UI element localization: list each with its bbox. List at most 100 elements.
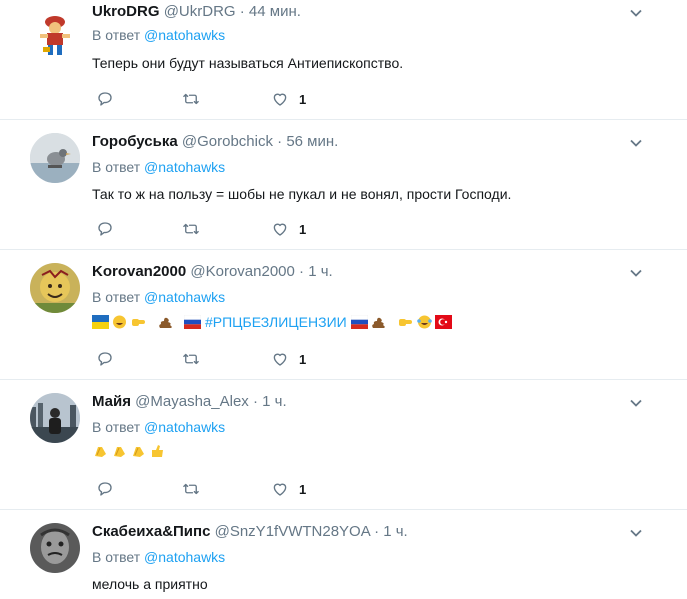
hashtag-link[interactable]: #РПЦБЕЗЛИЦЕНЗИИ xyxy=(205,314,347,330)
poop-emoji-icon xyxy=(371,317,385,328)
tweet-text: мелочь а приятно xyxy=(92,576,208,592)
clapping-hands-emoji-icon xyxy=(114,447,125,457)
pointing-right-emoji-icon xyxy=(132,319,145,326)
mention-link[interactable]: @natohawks xyxy=(144,27,225,43)
avatar[interactable] xyxy=(30,263,80,313)
tweet-header: Горобуська @Gorobchick · 56 мин. xyxy=(92,133,627,151)
author-handle[interactable]: @Korovan2000 xyxy=(190,263,294,280)
reply-context: В ответ @natohawks xyxy=(92,289,225,305)
retweet-button[interactable] xyxy=(182,479,200,499)
chevron-down-icon[interactable] xyxy=(629,6,643,20)
author-name[interactable]: Горобуська xyxy=(92,133,178,150)
reply-context: В ответ @natohawks xyxy=(92,549,225,565)
turkey-flag-icon xyxy=(434,315,452,329)
chevron-down-icon[interactable] xyxy=(629,526,643,540)
avatar[interactable] xyxy=(30,133,80,183)
heart-icon xyxy=(273,223,287,236)
reply-prefix: В ответ xyxy=(92,27,141,43)
reply-button[interactable] xyxy=(96,349,114,369)
retweet-icon xyxy=(183,93,199,105)
author-name[interactable]: Korovan2000 xyxy=(92,263,186,280)
clapping-hands-emoji-icon xyxy=(133,447,144,457)
author-handle[interactable]: @Mayasha_Alex xyxy=(135,393,249,410)
reply-icon xyxy=(98,222,112,236)
rofl-emoji-icon xyxy=(113,315,126,329)
avatar[interactable] xyxy=(30,393,80,443)
tweet[interactable]: Korovan2000 @Korovan2000 · 1 ч. В ответ … xyxy=(0,250,687,380)
separator-dot: · xyxy=(239,3,245,20)
mention-link[interactable]: @natohawks xyxy=(144,419,225,435)
tweet-text: Теперь они будут называться Антиепископс… xyxy=(92,55,404,71)
like-button[interactable]: 1 xyxy=(271,219,306,239)
retweet-button[interactable] xyxy=(182,219,200,239)
tears-of-joy-emoji-icon xyxy=(416,315,432,329)
like-count: 1 xyxy=(299,91,307,107)
russia-flag-icon xyxy=(350,315,368,329)
author-handle[interactable]: @SnzY1fVWTN28YOA xyxy=(215,523,370,540)
tweet-actions: 1 xyxy=(92,479,392,499)
author-handle[interactable]: @UkrDRG xyxy=(164,3,236,20)
chevron-down-icon[interactable] xyxy=(629,136,643,150)
retweet-button[interactable] xyxy=(182,89,200,109)
tweet-actions: 1 xyxy=(92,89,392,109)
like-button[interactable]: 1 xyxy=(271,349,306,369)
tweet-text: Так то ж на пользу = шобы не пукал и не … xyxy=(92,186,512,202)
tweet-header: Майя @Mayasha_Alex · 1 ч. xyxy=(92,393,627,411)
mention-link[interactable]: @natohawks xyxy=(144,159,225,175)
reply-button[interactable] xyxy=(96,479,114,499)
author-name[interactable]: Майя xyxy=(92,393,131,410)
like-count: 1 xyxy=(299,221,307,237)
timestamp[interactable]: 44 мин. xyxy=(249,3,301,20)
retweet-icon xyxy=(183,353,199,365)
avatar[interactable] xyxy=(30,8,80,58)
reply-icon xyxy=(98,482,112,496)
retweet-button[interactable] xyxy=(182,349,200,369)
tweet-feed: UkroDRG @UkrDRG · 44 мин. В ответ @natoh… xyxy=(0,0,687,599)
reply-prefix: В ответ xyxy=(92,549,141,565)
heart-icon xyxy=(273,483,287,496)
author-handle[interactable]: @Gorobchick xyxy=(182,133,273,150)
separator-dot: · xyxy=(374,523,380,540)
reply-prefix: В ответ xyxy=(92,419,141,435)
tweet-actions: 1 xyxy=(92,219,392,239)
reply-prefix: В ответ xyxy=(92,289,141,305)
reply-button[interactable] xyxy=(96,219,114,239)
separator-dot: · xyxy=(299,263,305,280)
like-button[interactable]: 1 xyxy=(271,89,306,109)
reply-button[interactable] xyxy=(96,89,114,109)
reply-icon xyxy=(98,92,112,106)
separator-dot: · xyxy=(252,393,258,410)
chevron-down-icon[interactable] xyxy=(629,266,643,280)
clapping-hands-emoji-icon xyxy=(95,447,106,457)
mention-link[interactable]: @natohawks xyxy=(144,289,225,305)
tweet-header: UkroDRG @UkrDRG · 44 мин. xyxy=(92,3,627,21)
tweet[interactable]: Горобуська @Gorobchick · 56 мин. В ответ… xyxy=(0,120,687,250)
chevron-down-icon[interactable] xyxy=(629,396,643,410)
avatar[interactable] xyxy=(30,523,80,573)
tweet[interactable]: Скабеиха&Пипс @SnzY1fVWTN28YOA · 1 ч. В … xyxy=(0,510,687,599)
pointing-right-emoji-icon xyxy=(398,319,412,326)
like-button[interactable]: 1 xyxy=(271,479,306,499)
timestamp[interactable]: 1 ч. xyxy=(383,523,408,540)
reply-context: В ответ @natohawks xyxy=(92,419,225,435)
tweet-header: Скабеиха&Пипс @SnzY1fVWTN28YOA · 1 ч. xyxy=(92,523,627,541)
timestamp[interactable]: 1 ч. xyxy=(262,393,287,410)
tweet[interactable]: UkroDRG @UkrDRG · 44 мин. В ответ @natoh… xyxy=(0,0,687,120)
retweet-icon xyxy=(183,223,199,235)
retweet-icon xyxy=(183,483,199,495)
reply-prefix: В ответ xyxy=(92,159,141,175)
heart-icon xyxy=(273,353,287,366)
tweet[interactable]: Майя @Mayasha_Alex · 1 ч. В ответ @natoh… xyxy=(0,380,687,510)
timestamp[interactable]: 56 мин. xyxy=(286,133,338,150)
separator-dot: · xyxy=(277,133,283,150)
reply-context: В ответ @natohawks xyxy=(92,159,225,175)
author-name[interactable]: UkroDRG xyxy=(92,3,160,20)
ukraine-flag-icon xyxy=(92,315,109,329)
timestamp[interactable]: 1 ч. xyxy=(308,263,333,280)
tweet-text xyxy=(92,444,166,458)
author-name[interactable]: Скабеиха&Пипс xyxy=(92,523,210,540)
thumbs-up-emoji-icon xyxy=(152,445,163,457)
russia-flag-icon xyxy=(184,315,201,329)
reply-icon xyxy=(98,352,112,366)
mention-link[interactable]: @natohawks xyxy=(144,549,225,565)
